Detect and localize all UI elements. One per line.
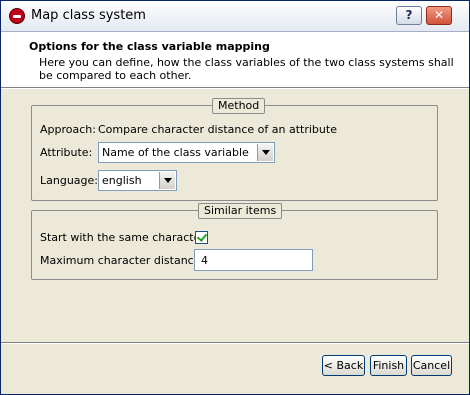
start-same-label: Start with the same character: xyxy=(40,231,209,244)
header-title: Options for the class variable mapping xyxy=(29,40,270,53)
similar-items-group: Similar items Start with the same charac… xyxy=(31,203,438,280)
max-distance-input[interactable]: 4 xyxy=(194,249,313,271)
chevron-down-icon[interactable] xyxy=(257,144,273,161)
method-legend: Method xyxy=(212,98,266,114)
cancel-button[interactable]: Cancel xyxy=(411,355,452,376)
title-bar[interactable]: Map class system ? ✕ xyxy=(1,1,469,32)
attribute-label: Attribute: xyxy=(40,146,93,159)
language-select[interactable]: english xyxy=(98,170,177,191)
attribute-select[interactable]: Name of the class variable xyxy=(98,142,275,163)
wizard-header: Options for the class variable mapping H… xyxy=(1,32,469,87)
back-button[interactable]: < Back xyxy=(322,355,365,376)
header-separator xyxy=(1,87,469,89)
similar-items-legend: Similar items xyxy=(198,203,283,219)
approach-value: Compare character distance of an attribu… xyxy=(98,123,337,136)
header-description: Here you can define, how the class varia… xyxy=(39,56,454,82)
language-select-value: english xyxy=(102,174,142,187)
close-button[interactable]: ✕ xyxy=(426,6,452,25)
help-button[interactable]: ? xyxy=(396,6,422,25)
method-group: Method Approach: Compare character dista… xyxy=(31,98,438,201)
attribute-select-value: Name of the class variable xyxy=(102,146,249,159)
approach-label: Approach: xyxy=(40,123,96,136)
max-distance-label: Maximum character distance: xyxy=(40,254,205,267)
chevron-down-icon[interactable] xyxy=(159,172,175,189)
start-same-checkbox[interactable] xyxy=(195,231,208,244)
app-icon xyxy=(9,8,25,24)
finish-button[interactable]: Finish xyxy=(370,355,407,376)
window-title: Map class system xyxy=(31,8,146,23)
max-distance-value: 4 xyxy=(201,254,208,267)
language-label: Language: xyxy=(40,174,98,187)
dialog-window: Map class system ? ✕ Options for the cla… xyxy=(0,0,470,395)
footer-separator xyxy=(1,342,469,344)
